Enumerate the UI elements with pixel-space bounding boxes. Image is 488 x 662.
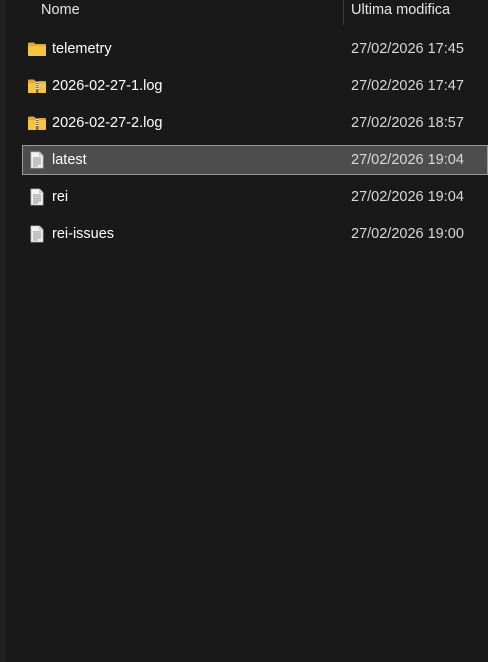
file-row-log-1[interactable]: 2026-02-27-1.log 27/02/2026 17:47 [22, 71, 488, 101]
file-name: telemetry [52, 41, 112, 57]
column-header-name[interactable]: Nome [41, 0, 341, 25]
file-modified: 27/02/2026 19:00 [351, 226, 464, 242]
file-modified: 27/02/2026 19:04 [351, 189, 464, 205]
file-name: latest [52, 152, 87, 168]
file-name: 2026-02-27-1.log [52, 78, 163, 94]
column-resize-handle[interactable] [343, 0, 344, 25]
file-name: rei-issues [52, 226, 115, 242]
file-modified: 27/02/2026 17:45 [351, 41, 464, 57]
folder-icon [27, 40, 47, 58]
zip-folder-icon [27, 114, 47, 132]
file-name: rei [52, 189, 69, 205]
file-row-latest[interactable]: latest 27/02/2026 19:04 [22, 145, 488, 175]
file-name: 2026-02-27-2.log [52, 115, 163, 131]
file-row-log-2[interactable]: 2026-02-27-2.log 27/02/2026 18:57 [22, 108, 488, 138]
file-modified: 27/02/2026 18:57 [351, 115, 464, 131]
file-modified: 27/02/2026 17:47 [351, 78, 464, 94]
file-modified: 27/02/2026 19:04 [351, 152, 464, 168]
text-file-icon [27, 188, 47, 206]
text-file-icon [27, 151, 47, 169]
file-row-telemetry[interactable]: telemetry 27/02/2026 17:45 [22, 34, 488, 64]
text-file-icon [27, 225, 47, 243]
file-row-rei-issues[interactable]: rei-issues 27/02/2026 19:00 [22, 219, 488, 249]
column-header-bar: Nome Ultima modifica [0, 0, 488, 25]
zip-folder-icon [27, 77, 47, 95]
column-header-modified[interactable]: Ultima modifica [351, 0, 488, 25]
file-row-rei[interactable]: rei 27/02/2026 19:04 [22, 182, 488, 212]
file-list-pane: Nome Ultima modifica telemetry 27/02/202… [0, 0, 488, 662]
left-edge-divider [0, 0, 5, 662]
